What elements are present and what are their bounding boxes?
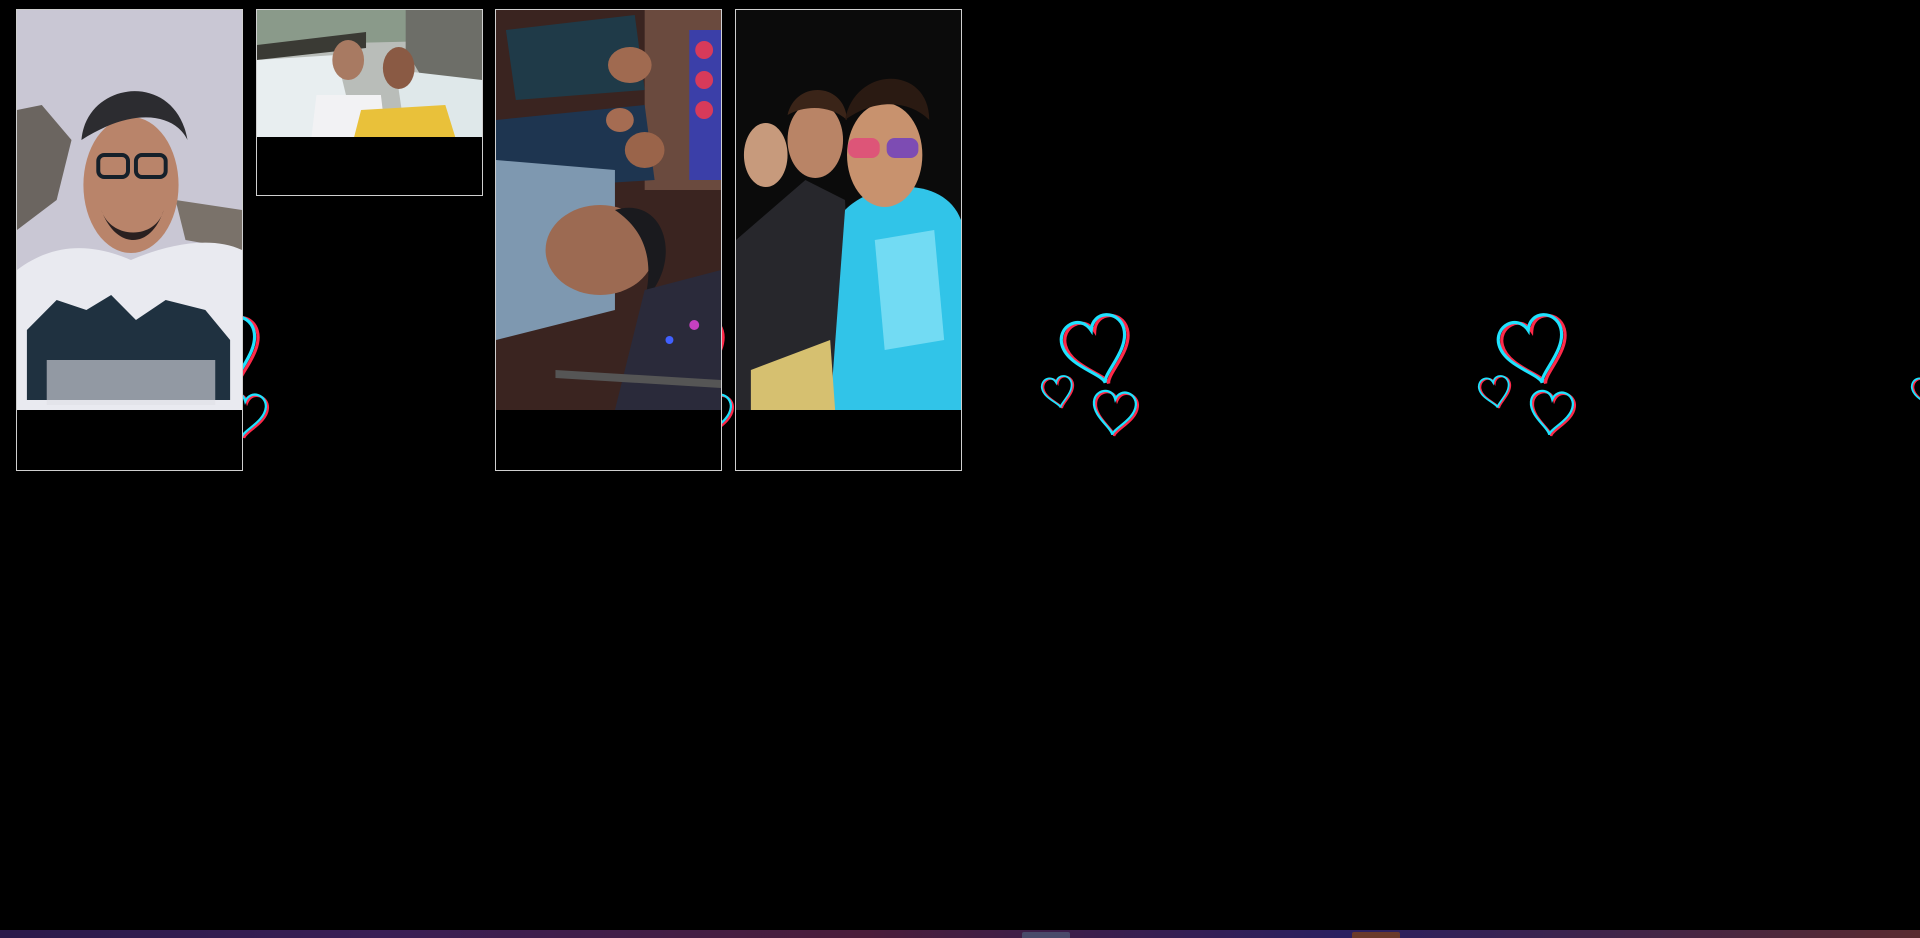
taskbar[interactable] xyxy=(0,930,1920,938)
photo-card[interactable] xyxy=(495,9,722,471)
taskbar-item[interactable] xyxy=(1352,932,1400,938)
photo-image xyxy=(736,10,961,410)
photo-image xyxy=(17,10,242,410)
photo-image xyxy=(496,10,721,410)
hearts-sticker-icon xyxy=(1035,318,1145,448)
hearts-sticker-icon xyxy=(1472,318,1582,448)
photo-card[interactable] xyxy=(16,9,243,471)
hearts-sticker-icon xyxy=(1905,318,1920,448)
taskbar-item[interactable] xyxy=(1022,932,1070,938)
photo-card[interactable] xyxy=(735,9,962,471)
photo-card[interactable] xyxy=(256,9,483,196)
photo-image xyxy=(257,10,482,137)
